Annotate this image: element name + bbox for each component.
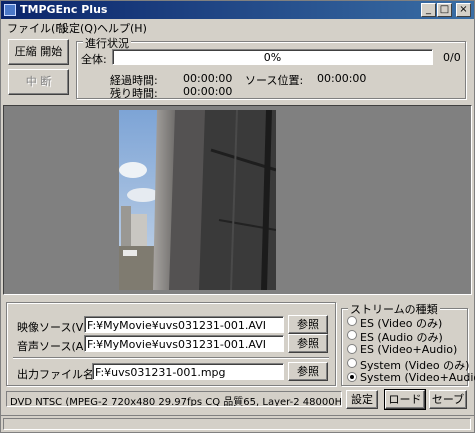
elapsed-value: 00:00:00 [183, 72, 233, 85]
audio-source-field[interactable]: F:¥MyMovie¥uvs031231-001.AVI [84, 335, 284, 352]
window-title: TMPGEnc Plus [20, 3, 108, 16]
settings-button[interactable]: 設定 [346, 390, 378, 409]
encode-button[interactable]: 圧縮 開始 [8, 39, 69, 65]
stream-option-system-video-audio[interactable]: System (Video+Audio) [347, 371, 475, 384]
video-source-value: F:¥MyMovie¥uvs031231-001.AVI [87, 319, 266, 332]
video-preview [119, 110, 276, 290]
total-label: 全体: [81, 53, 107, 66]
status-text: DVD NTSC (MPEG-2 720x480 29.97fps CQ 品質6… [10, 397, 342, 407]
load-button[interactable]: ロード [384, 389, 426, 410]
preview-area [3, 105, 472, 295]
stream-type-group: ストリームの種類 ES (Video のみ) ES (Audio のみ) ES … [341, 301, 475, 386]
stop-button[interactable]: 中 断 [8, 69, 69, 95]
stream-option-system-video[interactable]: System (Video のみ) [347, 357, 469, 372]
progress-group: 進行状況 全体: 0% 0/0 経過時間: 00:00:00 ソース位置: 00… [76, 35, 466, 100]
radio-button-checked[interactable] [347, 372, 357, 382]
progress-count: 0/0 [443, 51, 461, 64]
output-file-field[interactable]: F:¥uvs031231-001.mpg [92, 363, 284, 380]
minimize-button[interactable]: _ [421, 3, 436, 17]
app-icon [4, 4, 16, 16]
radio-button[interactable] [347, 358, 357, 368]
stream-option-es-audio[interactable]: ES (Audio のみ) [347, 329, 465, 344]
video-browse-button[interactable]: 参照 [288, 315, 328, 334]
stream-option-es-video-audio[interactable]: ES (Video+Audio) [347, 343, 465, 356]
stream-option-es-video[interactable]: ES (Video のみ) [347, 315, 465, 330]
radio-button[interactable] [347, 344, 357, 354]
file-group: 映像ソース(V): F:¥MyMovie¥uvs031231-001.AVI 参… [6, 302, 336, 386]
file-divider [13, 357, 329, 359]
audio-source-label: 音声ソース(A): [17, 340, 92, 353]
status-bar-panel [3, 418, 471, 430]
radio-button[interactable] [347, 330, 357, 340]
save-button[interactable]: セーブ [429, 390, 467, 409]
output-file-value: F:¥uvs031231-001.mpg [95, 366, 226, 379]
radio-button[interactable] [347, 316, 357, 326]
stream-option-label: System (Video+Audio) [360, 371, 475, 384]
video-source-field[interactable]: F:¥MyMovie¥uvs031231-001.AVI [84, 316, 284, 333]
stream-option-label: ES (Video+Audio) [360, 343, 458, 356]
remaining-label: 残り時間: [110, 87, 158, 100]
audio-browse-button[interactable]: 参照 [288, 334, 328, 353]
source-pos-label: ソース位置: [245, 74, 304, 87]
title-bar[interactable]: TMPGEnc Plus _ □ × [1, 1, 474, 19]
status-box: DVD NTSC (MPEG-2 720x480 29.97fps CQ 品質6… [6, 391, 342, 407]
maximize-button[interactable]: □ [437, 3, 452, 17]
status-bar [1, 415, 474, 432]
menu-bar: ファイル(F) 設定(Q) ヘルプ(H) [1, 19, 474, 35]
preview-frame-image [119, 110, 276, 290]
audio-source-value: F:¥MyMovie¥uvs031231-001.AVI [87, 338, 266, 351]
main-window: TMPGEnc Plus _ □ × ファイル(F) 設定(Q) ヘルプ(H) … [0, 0, 475, 433]
remaining-value: 00:00:00 [183, 85, 233, 98]
progress-bar: 0% [112, 49, 433, 65]
output-browse-button[interactable]: 参照 [288, 362, 328, 381]
menu-settings[interactable]: 設定(Q) [58, 20, 97, 36]
source-pos-value: 00:00:00 [317, 72, 367, 85]
menu-help[interactable]: ヘルプ(H) [97, 20, 147, 36]
close-button[interactable]: × [456, 3, 471, 17]
video-source-label: 映像ソース(V): [17, 321, 92, 334]
progress-percent: 0% [263, 51, 282, 64]
